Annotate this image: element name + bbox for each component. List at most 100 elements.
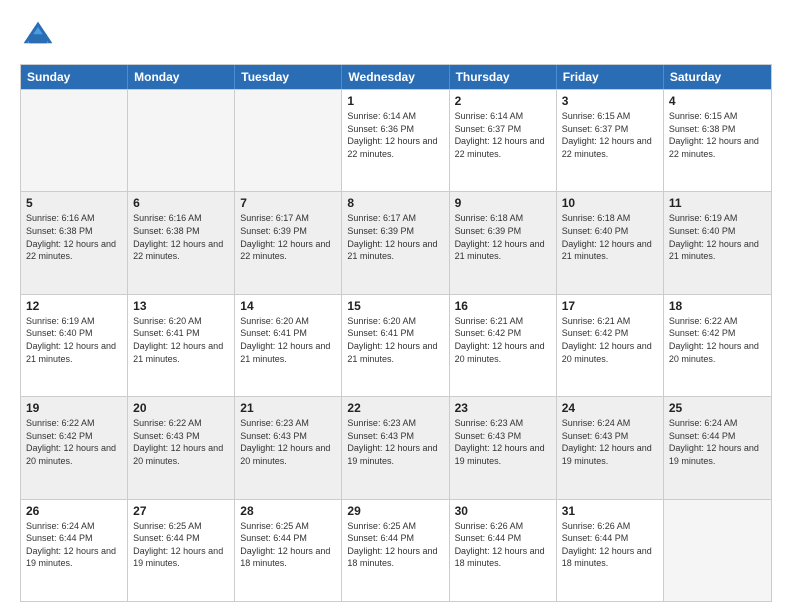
calendar-cell-20: 20 Sunrise: 6:22 AMSunset: 6:43 PMDayligh…: [128, 397, 235, 498]
sun-info: Sunrise: 6:14 AMSunset: 6:37 PMDaylight:…: [455, 110, 551, 160]
sun-info: Sunrise: 6:15 AMSunset: 6:37 PMDaylight:…: [562, 110, 658, 160]
calendar-cell-6: 6 Sunrise: 6:16 AMSunset: 6:38 PMDaylight…: [128, 192, 235, 293]
sun-info: Sunrise: 6:20 AMSunset: 6:41 PMDaylight:…: [240, 315, 336, 365]
calendar-body: 1Sunrise: 6:14 AMSunset: 6:36 PMDaylight…: [21, 89, 771, 601]
calendar-cell-28: 28 Sunrise: 6:25 AMSunset: 6:44 PMDayligh…: [235, 500, 342, 601]
sun-info: Sunrise: 6:20 AMSunset: 6:41 PMDaylight:…: [133, 315, 229, 365]
day-number: 25: [669, 401, 766, 415]
day-number: 7: [240, 196, 336, 210]
day-number: 26: [26, 504, 122, 518]
sun-info: Sunrise: 6:24 AMSunset: 6:44 PMDaylight:…: [669, 417, 766, 467]
calendar-cell-19: 19 Sunrise: 6:22 AMSunset: 6:42 PMDayligh…: [21, 397, 128, 498]
calendar-cell-13: 13 Sunrise: 6:20 AMSunset: 6:41 PMDayligh…: [128, 295, 235, 396]
logo-icon: [20, 18, 56, 54]
sun-info: Sunrise: 6:26 AMSunset: 6:44 PMDaylight:…: [562, 520, 658, 570]
day-number: 9: [455, 196, 551, 210]
day-number: 21: [240, 401, 336, 415]
day-number: 8: [347, 196, 443, 210]
day-number: 13: [133, 299, 229, 313]
calendar-cell-1: 1Sunrise: 6:14 AMSunset: 6:36 PMDaylight…: [342, 90, 449, 191]
sun-info: Sunrise: 6:19 AMSunset: 6:40 PMDaylight:…: [669, 212, 766, 262]
sun-info: Sunrise: 6:22 AMSunset: 6:42 PMDaylight:…: [669, 315, 766, 365]
day-number: 2: [455, 94, 551, 108]
sun-info: Sunrise: 6:22 AMSunset: 6:42 PMDaylight:…: [26, 417, 122, 467]
calendar-cell-14: 14 Sunrise: 6:20 AMSunset: 6:41 PMDayligh…: [235, 295, 342, 396]
calendar-cell-29: 29 Sunrise: 6:25 AMSunset: 6:44 PMDayligh…: [342, 500, 449, 601]
sun-info: Sunrise: 6:21 AMSunset: 6:42 PMDaylight:…: [562, 315, 658, 365]
day-number: 23: [455, 401, 551, 415]
day-number: 22: [347, 401, 443, 415]
header: [20, 18, 772, 54]
day-number: 14: [240, 299, 336, 313]
calendar-cell-empty: [128, 90, 235, 191]
day-number: 29: [347, 504, 443, 518]
day-number: 16: [455, 299, 551, 313]
calendar-cell-21: 21Sunrise: 6:23 AMSunset: 6:43 PMDayligh…: [235, 397, 342, 498]
day-number: 10: [562, 196, 658, 210]
page: SundayMondayTuesdayWednesdayThursdayFrid…: [0, 0, 792, 612]
calendar-cell-26: 26 Sunrise: 6:24 AMSunset: 6:44 PMDayligh…: [21, 500, 128, 601]
sun-info: Sunrise: 6:21 AMSunset: 6:42 PMDaylight:…: [455, 315, 551, 365]
sun-info: Sunrise: 6:25 AMSunset: 6:44 PMDaylight:…: [133, 520, 229, 570]
calendar-header-monday: Monday: [128, 65, 235, 89]
sun-info: Sunrise: 6:23 AMSunset: 6:43 PMDaylight:…: [455, 417, 551, 467]
calendar-cell-2: 2 Sunrise: 6:14 AMSunset: 6:37 PMDaylight…: [450, 90, 557, 191]
calendar-cell-12: 12 Sunrise: 6:19 AMSunset: 6:40 PMDayligh…: [21, 295, 128, 396]
day-number: 18: [669, 299, 766, 313]
calendar-cell-30: 30Sunrise: 6:26 AMSunset: 6:44 PMDayligh…: [450, 500, 557, 601]
calendar-week-3: 12 Sunrise: 6:19 AMSunset: 6:40 PMDayligh…: [21, 294, 771, 396]
day-number: 31: [562, 504, 658, 518]
calendar-cell-8: 8 Sunrise: 6:17 AMSunset: 6:39 PMDaylight…: [342, 192, 449, 293]
calendar-header-saturday: Saturday: [664, 65, 771, 89]
calendar-cell-22: 22 Sunrise: 6:23 AMSunset: 6:43 PMDayligh…: [342, 397, 449, 498]
sun-info: Sunrise: 6:19 AMSunset: 6:40 PMDaylight:…: [26, 315, 122, 365]
sun-info: Sunrise: 6:15 AMSunset: 6:38 PMDaylight:…: [669, 110, 766, 160]
day-number: 15: [347, 299, 443, 313]
day-number: 17: [562, 299, 658, 313]
calendar-cell-4: 4Sunrise: 6:15 AMSunset: 6:38 PMDaylight…: [664, 90, 771, 191]
calendar-cell-empty: [664, 500, 771, 601]
sun-info: Sunrise: 6:22 AMSunset: 6:43 PMDaylight:…: [133, 417, 229, 467]
sun-info: Sunrise: 6:14 AMSunset: 6:36 PMDaylight:…: [347, 110, 443, 160]
day-number: 20: [133, 401, 229, 415]
logo: [20, 18, 60, 54]
calendar-header-thursday: Thursday: [450, 65, 557, 89]
sun-info: Sunrise: 6:17 AMSunset: 6:39 PMDaylight:…: [347, 212, 443, 262]
sun-info: Sunrise: 6:18 AMSunset: 6:40 PMDaylight:…: [562, 212, 658, 262]
day-number: 12: [26, 299, 122, 313]
sun-info: Sunrise: 6:24 AMSunset: 6:44 PMDaylight:…: [26, 520, 122, 570]
calendar-cell-11: 11 Sunrise: 6:19 AMSunset: 6:40 PMDayligh…: [664, 192, 771, 293]
calendar-cell-9: 9 Sunrise: 6:18 AMSunset: 6:39 PMDaylight…: [450, 192, 557, 293]
calendar-cell-17: 17 Sunrise: 6:21 AMSunset: 6:42 PMDayligh…: [557, 295, 664, 396]
day-number: 24: [562, 401, 658, 415]
day-number: 19: [26, 401, 122, 415]
sun-info: Sunrise: 6:18 AMSunset: 6:39 PMDaylight:…: [455, 212, 551, 262]
calendar-header: SundayMondayTuesdayWednesdayThursdayFrid…: [21, 65, 771, 89]
calendar-cell-10: 10 Sunrise: 6:18 AMSunset: 6:40 PMDayligh…: [557, 192, 664, 293]
sun-info: Sunrise: 6:23 AMSunset: 6:43 PMDaylight:…: [347, 417, 443, 467]
sun-info: Sunrise: 6:26 AMSunset: 6:44 PMDaylight:…: [455, 520, 551, 570]
day-number: 11: [669, 196, 766, 210]
calendar: SundayMondayTuesdayWednesdayThursdayFrid…: [20, 64, 772, 602]
day-number: 28: [240, 504, 336, 518]
calendar-cell-27: 27 Sunrise: 6:25 AMSunset: 6:44 PMDayligh…: [128, 500, 235, 601]
day-number: 6: [133, 196, 229, 210]
calendar-header-friday: Friday: [557, 65, 664, 89]
sun-info: Sunrise: 6:17 AMSunset: 6:39 PMDaylight:…: [240, 212, 336, 262]
sun-info: Sunrise: 6:25 AMSunset: 6:44 PMDaylight:…: [347, 520, 443, 570]
calendar-cell-15: 15 Sunrise: 6:20 AMSunset: 6:41 PMDayligh…: [342, 295, 449, 396]
sun-info: Sunrise: 6:20 AMSunset: 6:41 PMDaylight:…: [347, 315, 443, 365]
calendar-week-1: 1Sunrise: 6:14 AMSunset: 6:36 PMDaylight…: [21, 89, 771, 191]
calendar-cell-7: 7 Sunrise: 6:17 AMSunset: 6:39 PMDaylight…: [235, 192, 342, 293]
day-number: 3: [562, 94, 658, 108]
sun-info: Sunrise: 6:25 AMSunset: 6:44 PMDaylight:…: [240, 520, 336, 570]
calendar-cell-31: 31 Sunrise: 6:26 AMSunset: 6:44 PMDayligh…: [557, 500, 664, 601]
day-number: 27: [133, 504, 229, 518]
calendar-cell-3: 3 Sunrise: 6:15 AMSunset: 6:37 PMDaylight…: [557, 90, 664, 191]
calendar-week-5: 26 Sunrise: 6:24 AMSunset: 6:44 PMDayligh…: [21, 499, 771, 601]
sun-info: Sunrise: 6:16 AMSunset: 6:38 PMDaylight:…: [133, 212, 229, 262]
calendar-cell-18: 18 Sunrise: 6:22 AMSunset: 6:42 PMDayligh…: [664, 295, 771, 396]
calendar-week-2: 5Sunrise: 6:16 AMSunset: 6:38 PMDaylight…: [21, 191, 771, 293]
calendar-cell-empty: [235, 90, 342, 191]
calendar-cell-23: 23 Sunrise: 6:23 AMSunset: 6:43 PMDayligh…: [450, 397, 557, 498]
